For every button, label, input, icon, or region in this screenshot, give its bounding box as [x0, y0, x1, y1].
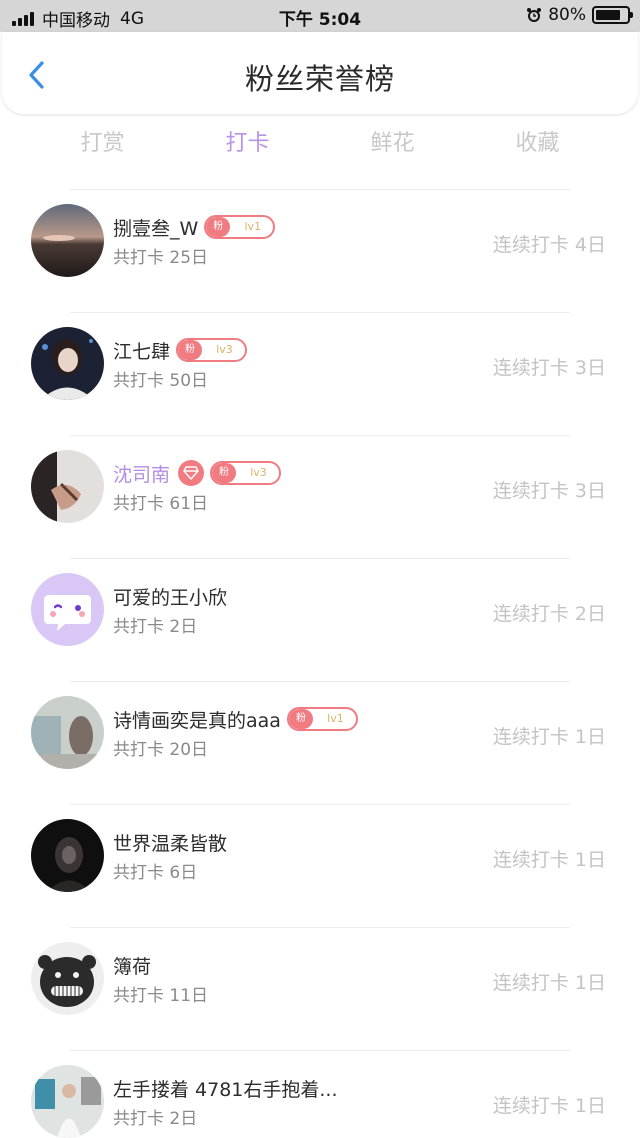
divider — [70, 1050, 570, 1051]
back-chevron-icon[interactable] — [20, 58, 54, 92]
checkin-streak: 连续打卡 1日 — [492, 849, 606, 871]
username[interactable]: 世界温柔皆散 — [113, 829, 227, 856]
fan-badge-label: 粉 — [212, 463, 237, 483]
divider — [70, 558, 570, 559]
username[interactable]: 捌壹叁_W — [113, 214, 198, 241]
avatar[interactable] — [31, 696, 104, 769]
divider — [70, 927, 570, 928]
status-bar: 中国移动 4G 下午 5:04 80% — [0, 0, 640, 32]
page-title: 粉丝荣誉榜 — [244, 62, 395, 96]
fan-list-item[interactable]: 簿荷 共打卡 11日 连续打卡 1日 — [0, 926, 640, 1049]
divider — [70, 804, 570, 805]
checkin-streak: 连续打卡 3日 — [492, 480, 606, 502]
checkin-streak: 连续打卡 2日 — [492, 603, 606, 625]
total-checkins: 共打卡 2日 — [113, 617, 198, 637]
fan-list-item[interactable]: 捌壹叁_W 粉 lv1 共打卡 25日 连续打卡 4日 — [0, 188, 640, 311]
fan-level-badge: 粉 lv3 — [210, 461, 282, 485]
username[interactable]: 诗情画奕是真的aaa — [113, 706, 281, 733]
total-checkins: 共打卡 61日 — [113, 494, 209, 514]
checkin-streak: 连续打卡 1日 — [492, 726, 606, 748]
diamond-icon — [178, 460, 205, 486]
avatar[interactable] — [31, 1065, 104, 1138]
battery-icon — [592, 6, 633, 24]
fan-list-item[interactable]: 世界温柔皆散 共打卡 6日 连续打卡 1日 — [0, 803, 640, 926]
divider — [70, 435, 570, 436]
fan-badge-label: 粉 — [206, 217, 231, 237]
username[interactable]: 左手搂着 4781右手抱着... — [113, 1075, 338, 1102]
signal-strength-icon — [12, 11, 36, 26]
checkin-streak: 连续打卡 1日 — [492, 972, 606, 994]
checkin-streak: 连续打卡 3日 — [492, 357, 606, 379]
avatar[interactable] — [31, 327, 104, 400]
fan-list-item[interactable]: 诗情画奕是真的aaa 粉 lv1 共打卡 20日 连续打卡 1日 — [0, 680, 640, 803]
username[interactable]: 可爱的王小欣 — [113, 583, 227, 610]
fan-list-item[interactable]: 可爱的王小欣 共打卡 2日 连续打卡 2日 — [0, 557, 640, 680]
total-checkins: 共打卡 11日 — [113, 986, 209, 1006]
checkin-streak: 连续打卡 4日 — [492, 234, 606, 256]
fan-badge-label: 粉 — [288, 709, 313, 729]
fan-level: lv3 — [250, 466, 267, 479]
fan-level: lv1 — [244, 220, 262, 233]
avatar[interactable] — [31, 573, 104, 646]
avatar[interactable] — [31, 450, 104, 523]
fan-ranking-list: 捌壹叁_W 粉 lv1 共打卡 25日 连续打卡 4日 江七肆 粉 lv3 共打… — [0, 188, 640, 1138]
fan-list-item[interactable]: 左手搂着 4781右手抱着... 共打卡 2日 连续打卡 1日 — [0, 1049, 640, 1138]
battery-percent: 80% — [548, 5, 586, 25]
divider — [70, 681, 570, 682]
total-checkins: 共打卡 25日 — [113, 248, 209, 268]
total-checkins: 共打卡 6日 — [113, 863, 198, 883]
tab-bar: 打赏 打卡 鲜花 收藏 — [30, 124, 610, 164]
fan-list-item[interactable]: 江七肆 粉 lv3 共打卡 50日 连续打卡 3日 — [0, 311, 640, 434]
username[interactable]: 簿荷 — [113, 952, 151, 979]
divider — [70, 312, 570, 313]
total-checkins: 共打卡 2日 — [113, 1109, 198, 1129]
alarm-clock-icon — [527, 8, 542, 22]
fan-level-badge: 粉 lv3 — [176, 338, 248, 362]
fan-level: lv1 — [327, 712, 344, 725]
total-checkins: 共打卡 50日 — [113, 371, 209, 391]
fan-list-item[interactable]: 沈司南 粉 lv3 共打卡 61日 连续打卡 3日 — [0, 434, 640, 557]
avatar[interactable] — [31, 204, 104, 277]
tab-checkin[interactable]: 打卡 — [175, 124, 320, 164]
tab-flowers[interactable]: 鲜花 — [320, 124, 465, 164]
carrier-name: 中国移动 — [42, 11, 110, 31]
avatar[interactable] — [31, 819, 104, 892]
fan-level-badge: 粉 lv1 — [204, 215, 276, 239]
avatar[interactable] — [31, 942, 104, 1015]
fan-level-badge: 粉 lv1 — [286, 707, 358, 731]
app-header: 粉丝荣誉榜 — [2, 32, 638, 114]
network-type: 4G — [120, 8, 144, 29]
divider — [70, 189, 570, 190]
username[interactable]: 沈司南 — [113, 460, 170, 487]
tab-reward[interactable]: 打赏 — [30, 124, 175, 164]
username[interactable]: 江七肆 — [113, 337, 170, 364]
tab-favorites[interactable]: 收藏 — [465, 124, 610, 164]
fan-badge-label: 粉 — [178, 340, 203, 360]
fan-level: lv3 — [216, 343, 233, 356]
total-checkins: 共打卡 20日 — [113, 740, 209, 760]
checkin-streak: 连续打卡 1日 — [492, 1095, 606, 1117]
